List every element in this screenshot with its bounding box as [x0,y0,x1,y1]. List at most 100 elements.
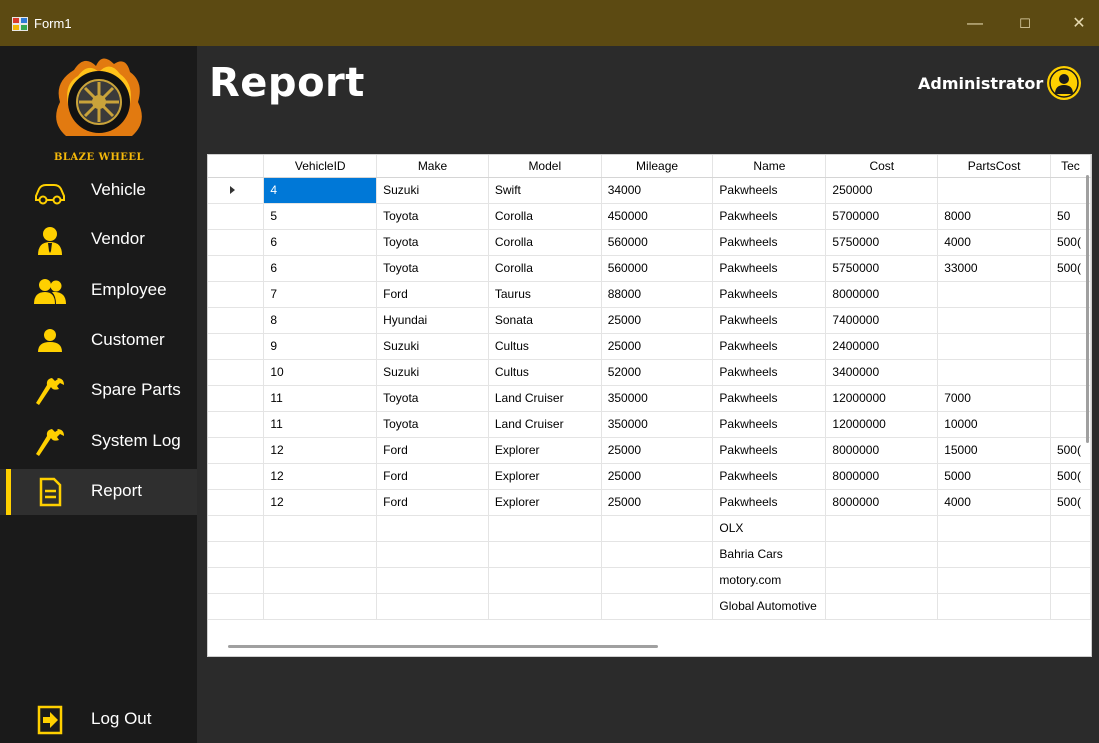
table-cell[interactable]: 5750000 [825,255,939,282]
table-cell[interactable]: 34000 [601,177,714,204]
table-row[interactable]: 6 Toyota Corolla 560000 Pakwheels 5750000 3300… [208,255,1091,282]
horizontal-scrollbar[interactable] [228,645,658,648]
table-cell[interactable]: 50 [1050,203,1091,230]
row-header[interactable] [208,203,265,230]
table-cell[interactable]: Pakwheels [712,333,827,360]
table-cell[interactable]: 11 [263,411,378,438]
table-cell[interactable]: 500( [1050,229,1091,256]
table-row[interactable]: 12 Ford Explorer 25000 Pakwheels 8000000 4000 5… [208,489,1091,516]
table-cell[interactable] [376,593,489,620]
column-header[interactable]: Model [488,155,602,178]
table-cell[interactable] [1050,541,1091,568]
table-cell[interactable]: Corolla [488,203,602,230]
row-header[interactable] [208,489,265,516]
maximize-button[interactable]: ☐ [1005,10,1045,38]
table-cell[interactable] [937,541,1051,568]
sidebar-item-system-log[interactable]: System Log [0,419,197,465]
table-cell[interactable]: 2400000 [825,333,939,360]
table-cell[interactable]: Global Automotive [712,593,827,620]
table-row[interactable]: 11 Toyota Land Cruiser 350000 Pakwheels 12000… [208,385,1091,412]
table-cell[interactable] [1050,411,1091,438]
row-header[interactable] [208,515,265,542]
vertical-scrollbar[interactable] [1086,175,1089,443]
user-avatar-icon[interactable] [1046,65,1082,101]
row-header[interactable] [208,333,265,360]
row-header[interactable] [208,385,265,412]
table-cell[interactable]: 7000 [937,385,1051,412]
table-cell[interactable] [488,593,602,620]
table-cell[interactable] [1050,593,1091,620]
table-cell[interactable]: 52000 [601,359,714,386]
table-cell[interactable]: Ford [376,463,489,490]
table-cell[interactable]: Toyota [376,229,489,256]
table-cell[interactable]: Suzuki [376,359,489,386]
table-cell[interactable]: Cultus [488,359,602,386]
table-cell[interactable] [1050,333,1091,360]
table-cell[interactable]: motory.com [712,567,827,594]
table-cell[interactable] [263,567,378,594]
table-cell[interactable]: Explorer [488,437,602,464]
table-cell[interactable]: 8 [263,307,378,334]
minimize-button[interactable]: — [955,10,995,38]
table-cell[interactable]: Ford [376,281,489,308]
table-cell[interactable]: Land Cruiser [488,385,602,412]
table-cell[interactable]: 5700000 [825,203,939,230]
table-cell[interactable]: 10 [263,359,378,386]
report-data-grid[interactable]: VehicleID Make Model Mileage Name Cost PartsCo… [207,154,1092,657]
table-cell[interactable]: Pakwheels [712,229,827,256]
table-cell[interactable] [263,541,378,568]
table-cell[interactable] [1050,567,1091,594]
table-cell[interactable] [376,515,489,542]
table-cell[interactable]: OLX [712,515,827,542]
table-cell[interactable]: 7 [263,281,378,308]
table-cell[interactable]: 12 [263,463,378,490]
table-row[interactable]: 5 Toyota Corolla 450000 Pakwheels 5700000 8000… [208,203,1091,230]
table-cell[interactable] [1050,515,1091,542]
table-cell[interactable]: Taurus [488,281,602,308]
table-cell[interactable] [1050,281,1091,308]
table-cell[interactable] [1050,385,1091,412]
table-cell[interactable] [937,567,1051,594]
table-cell[interactable] [376,541,489,568]
table-cell[interactable]: 8000000 [825,489,939,516]
table-cell[interactable]: 4000 [937,229,1051,256]
table-cell[interactable]: 6 [263,229,378,256]
row-header[interactable] [208,229,265,256]
table-cell[interactable] [601,515,714,542]
row-header[interactable] [208,437,265,464]
table-cell[interactable]: Cultus [488,333,602,360]
table-cell[interactable]: 11 [263,385,378,412]
table-row[interactable]: Bahria Cars [208,541,1091,568]
table-cell[interactable] [937,177,1051,204]
row-header[interactable] [208,307,265,334]
table-cell[interactable] [937,307,1051,334]
table-cell[interactable] [937,281,1051,308]
table-cell[interactable]: Pakwheels [712,203,827,230]
table-cell[interactable]: 5000 [937,463,1051,490]
table-cell[interactable]: 500( [1050,437,1091,464]
table-cell[interactable] [825,567,939,594]
table-cell[interactable]: 560000 [601,255,714,282]
table-cell[interactable]: 3400000 [825,359,939,386]
table-cell[interactable]: Suzuki [376,177,489,204]
table-cell[interactable] [601,567,714,594]
table-row[interactable]: motory.com [208,567,1091,594]
sidebar-item-customer[interactable]: Customer [0,318,197,364]
sidebar-item-vehicle[interactable]: Vehicle [0,168,197,214]
sidebar-item-spare-parts[interactable]: Spare Parts [0,368,197,414]
table-cell[interactable] [376,567,489,594]
table-cell[interactable]: 8000000 [825,281,939,308]
table-cell[interactable]: 4000 [937,489,1051,516]
table-cell[interactable]: Pakwheels [712,385,827,412]
table-cell[interactable]: 88000 [601,281,714,308]
table-cell[interactable]: Toyota [376,255,489,282]
table-cell[interactable] [263,515,378,542]
column-header[interactable]: Mileage [601,155,714,178]
table-cell[interactable]: Sonata [488,307,602,334]
table-cell[interactable]: 8000000 [825,437,939,464]
table-cell[interactable]: Toyota [376,411,489,438]
column-header[interactable]: Make [376,155,489,178]
table-cell[interactable] [1050,359,1091,386]
table-cell[interactable]: Pakwheels [712,437,827,464]
table-cell[interactable]: Toyota [376,203,489,230]
